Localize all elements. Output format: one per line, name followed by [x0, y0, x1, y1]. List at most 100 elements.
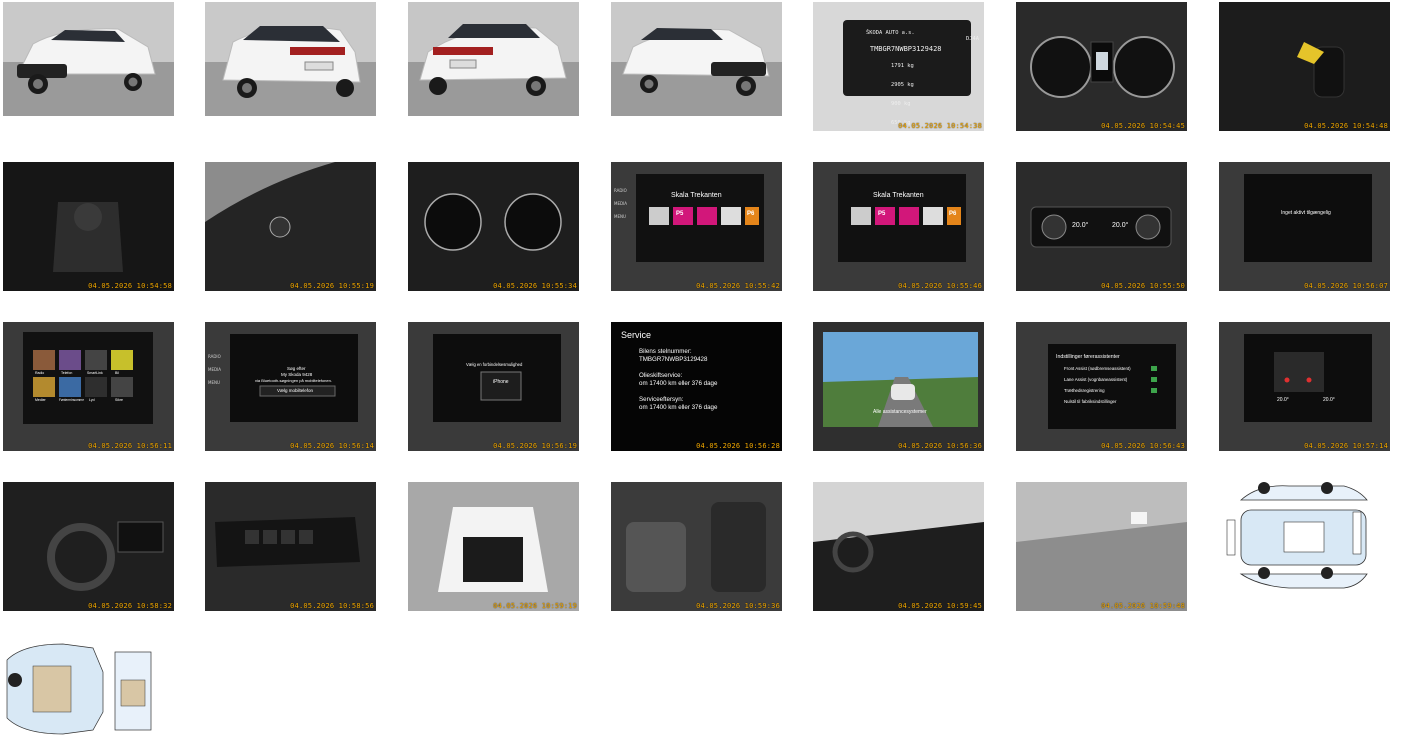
radio-screen-bg: [611, 162, 782, 291]
setting-front-assist[interactable]: Front Assist (nødbremseassistent): [1064, 363, 1131, 374]
app-telefon[interactable]: Telefon: [61, 371, 72, 375]
plate-weight-1: 1791 kg: [891, 62, 914, 69]
climate-right-temp: 20.0°: [1112, 222, 1129, 229]
photo-vin-plate[interactable]: ŠKODA AUTO a.s. TMBGR7NWBP3129428 1791 k…: [813, 2, 984, 131]
photo-door-panel[interactable]: 04.05.2026 10:58:56: [205, 482, 376, 611]
screen-bg: [1219, 162, 1390, 291]
photo-timestamp: 04.05.2026 10:56:43: [1101, 442, 1185, 450]
plate-weight-3: 900 kg: [891, 101, 911, 108]
interior-diagram: [3, 642, 153, 736]
service-inspection-value: om 17400 km eller 376 dage: [639, 404, 718, 411]
photo-car-front-left[interactable]: [3, 2, 174, 116]
menu-menu[interactable]: MENU: [208, 376, 221, 389]
car-front-right-image: [611, 2, 782, 116]
photo-infotainment-home[interactable]: Radio Telefon SmartLink Bil Medier Fønte…: [3, 322, 174, 451]
app-foenterminsomme[interactable]: Fønterminsomme: [59, 398, 84, 402]
photo-timestamp: 04.05.2026 10:59:45: [898, 602, 982, 610]
photo-cluster-digital[interactable]: 04.05.2026 10:55:34: [408, 162, 579, 291]
photo-timestamp: 04.05.2026 10:56:14: [290, 442, 374, 450]
all-assist-systems-button[interactable]: Alle assistancesystemer: [873, 409, 927, 415]
phone-option-iphone[interactable]: iPhone: [493, 379, 509, 385]
photo-timestamp: 04.05.2026 10:54:48: [1304, 122, 1388, 130]
cluster-image: [1016, 2, 1187, 131]
photo-car-rear-left[interactable]: [205, 2, 376, 116]
service-vin: TMBGR7NWBP3129428: [639, 356, 708, 363]
photo-infotainment-phone-search[interactable]: RADIO MEDIA MENU Søg efter My Skoda 9428…: [205, 322, 376, 451]
app-medier[interactable]: Medier: [35, 398, 46, 402]
photo-car-rear-right[interactable]: [408, 2, 579, 116]
key-image: [1219, 2, 1390, 131]
photo-timestamp: 04.05.2026 10:55:42: [696, 282, 780, 290]
app-radio[interactable]: Radio: [35, 371, 44, 375]
photo-instrument-cluster[interactable]: 04.05.2026 10:54:45: [1016, 2, 1187, 131]
preset-p5[interactable]: P5: [878, 211, 885, 217]
menu-media[interactable]: MEDIA: [614, 197, 627, 210]
photo-assist-systems[interactable]: Alle assistancesystemer 04.05.2026 10:56…: [813, 322, 984, 451]
assist-settings-title: Indstillinger førerassistenter: [1056, 354, 1120, 360]
setting-lane-assist[interactable]: Lane Assist (vognbaneassistent): [1064, 374, 1131, 385]
screen-bg: [205, 322, 376, 451]
photo-climate-screen[interactable]: 20.0° 20.0° 04.05.2026 10:57:14: [1219, 322, 1390, 451]
photo-climate-panel[interactable]: 20.0° 20.0° 04.05.2026 10:55:50: [1016, 162, 1187, 291]
photo-key[interactable]: 04.05.2026 10:54:48: [1219, 2, 1390, 131]
menu-media[interactable]: MEDIA: [208, 363, 221, 376]
photo-front-cabin[interactable]: 04.05.2026 10:59:45: [813, 482, 984, 611]
damage-diagram-interior[interactable]: [3, 642, 153, 736]
choose-phone-button[interactable]: Vælg mobiltelefon: [277, 388, 313, 393]
photo-timestamp: 04.05.2026 10:59:48: [1101, 602, 1185, 610]
photo-dashboard[interactable]: 04.05.2026 10:58:32: [3, 482, 174, 611]
climate-left-temp: 20.0°: [1072, 222, 1089, 229]
exterior-diagram: [1219, 482, 1390, 611]
preset-p6[interactable]: P6: [949, 211, 956, 217]
setting-factory-reset[interactable]: Nulstil til fabriksindstillinger: [1064, 396, 1131, 407]
photo-infotainment-radio-1[interactable]: RADIO MEDIA MENU Skala Trekanten P5 P6 0…: [611, 162, 782, 291]
menu-radio[interactable]: RADIO: [208, 350, 221, 363]
phone-search-title: Søg efter: [287, 366, 306, 371]
photo-timestamp: 04.05.2026 10:56:28: [696, 442, 780, 450]
app-sikre[interactable]: Sikre: [115, 398, 123, 402]
cluster-digital-image: [408, 162, 579, 291]
climate-screen-left[interactable]: 20.0°: [1277, 397, 1289, 403]
damage-diagram-exterior[interactable]: [1219, 482, 1390, 611]
photo-infotainment-no-device[interactable]: Inget aktivt tilgængelig 04.05.2026 10:5…: [1219, 162, 1390, 291]
service-vin-label: Bilens stelnummer:: [639, 348, 692, 355]
photo-rear-seats[interactable]: 04.05.2026 10:59:36: [611, 482, 782, 611]
app-bil[interactable]: Bil: [115, 371, 119, 375]
trunk-image: [408, 482, 579, 611]
app-smartlink[interactable]: SmartLink: [87, 371, 103, 375]
car-front-left-image: [3, 2, 174, 116]
photo-timestamp: 04.05.2026 10:57:14: [1304, 442, 1388, 450]
phone-hint: via Bluetooth-søgningen på mobiltelefone…: [255, 378, 332, 383]
photo-gear-shift[interactable]: 04.05.2026 10:54:58: [3, 162, 174, 291]
station-name: Skala Trekanten: [671, 192, 722, 199]
photo-timestamp: 04.05.2026 10:54:38: [898, 122, 982, 130]
assist-screen-bg: [813, 322, 984, 451]
rear-seats-image: [611, 482, 782, 611]
service-inspection-label: Serviceeftersyn:: [639, 396, 684, 403]
climate-screen-right[interactable]: 20.0°: [1323, 397, 1335, 403]
photo-timestamp: 04.05.2026 10:56:07: [1304, 282, 1388, 290]
photo-steering-buttons[interactable]: 04.05.2026 10:55:19: [205, 162, 376, 291]
photo-timestamp: 04.05.2026 10:56:11: [88, 442, 172, 450]
photo-infotainment-phone-select[interactable]: Vælg en forbindelsesmulighed iPhone 04.0…: [408, 322, 579, 451]
photo-car-front-right[interactable]: [611, 2, 782, 116]
preset-p6[interactable]: P6: [747, 211, 754, 217]
menu-radio[interactable]: RADIO: [614, 184, 627, 197]
setting-fatigue[interactable]: Træthedsregistrering: [1064, 385, 1131, 396]
photo-timestamp: 04.05.2026 10:56:36: [898, 442, 982, 450]
front-cabin-image: [813, 482, 984, 611]
preset-p5[interactable]: P5: [676, 211, 683, 217]
photo-trunk-open[interactable]: 04.05.2026 10:59:19: [408, 482, 579, 611]
app-lyd[interactable]: Lyd: [89, 398, 95, 402]
menu-menu[interactable]: MENU: [614, 210, 627, 223]
photo-timestamp: 04.05.2026 10:55:34: [493, 282, 577, 290]
plate-code: DJ4A: [965, 36, 979, 43]
photo-headliner[interactable]: 04.05.2026 10:59:48: [1016, 482, 1187, 611]
photo-service-info[interactable]: Service Bilens stelnummer: TMBGR7NWBP312…: [611, 322, 782, 451]
radio-screen-bg: [813, 162, 984, 291]
photo-infotainment-radio-2[interactable]: Skala Trekanten P5 P6 04.05.2026 10:55:4…: [813, 162, 984, 291]
dashboard-image: [3, 482, 174, 611]
photo-timestamp: 04.05.2026 10:55:46: [898, 282, 982, 290]
photo-assist-settings[interactable]: Indstillinger førerassistenter Front Ass…: [1016, 322, 1187, 451]
no-device-text: Inget aktivt tilgængelig: [1281, 210, 1331, 216]
